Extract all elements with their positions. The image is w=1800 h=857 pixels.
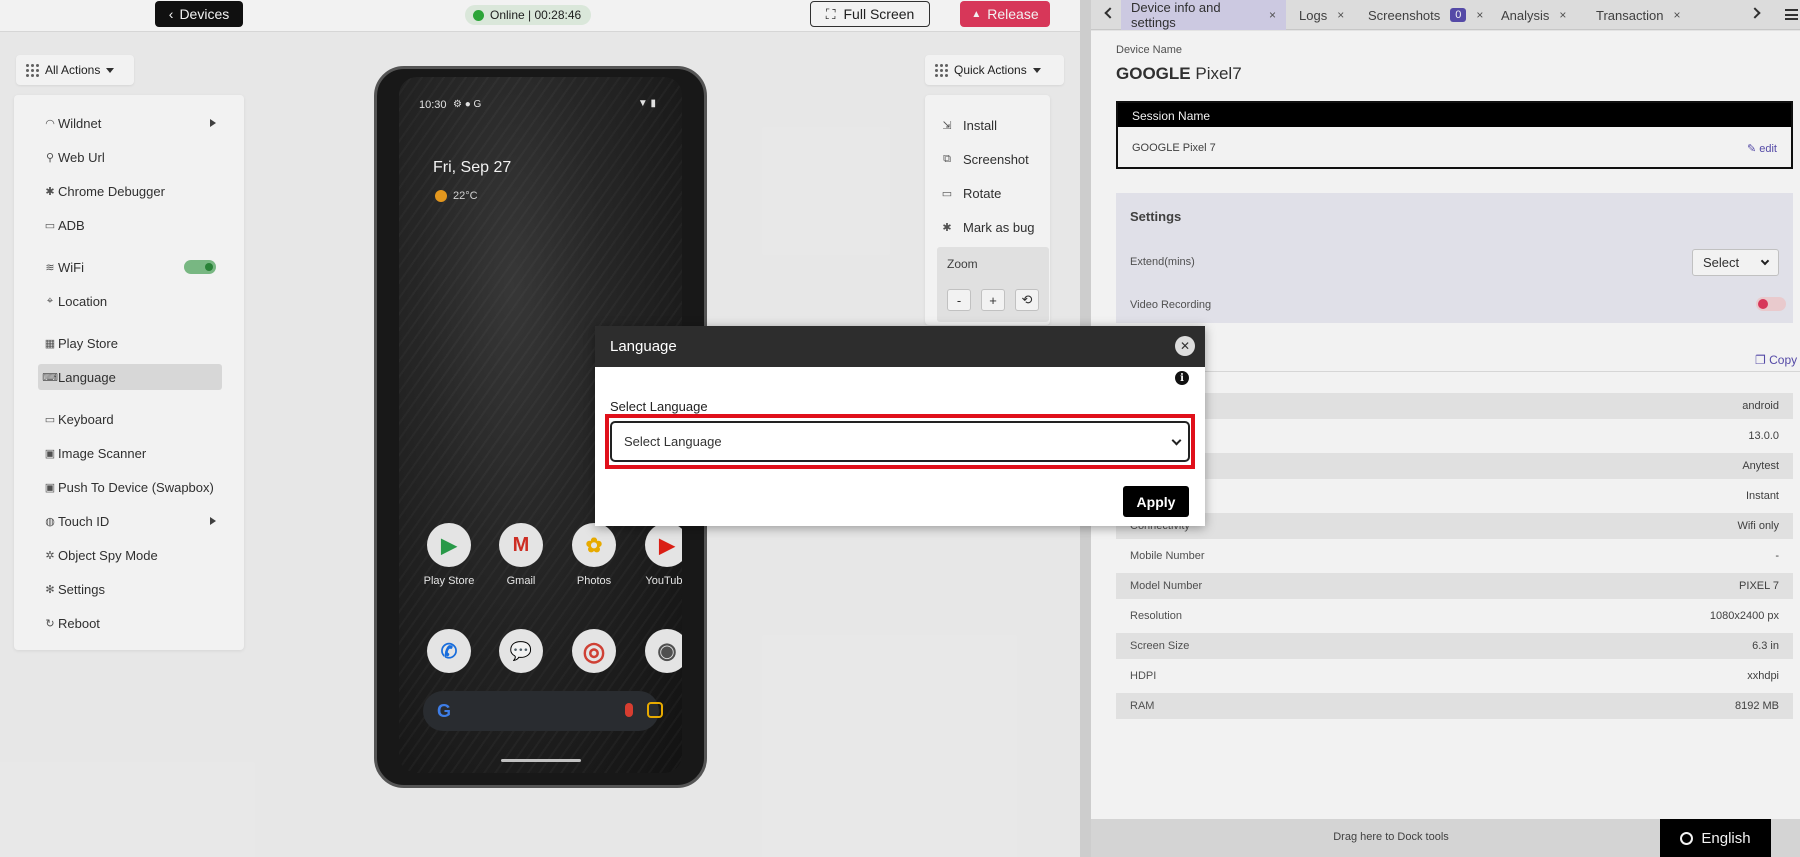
language-select-value: Select Language — [624, 434, 722, 449]
info-icon[interactable]: i — [1175, 371, 1189, 385]
language-dialog: Language ✕ i Select Language Select Lang… — [595, 326, 1205, 526]
dialog-header: Language ✕ — [595, 326, 1205, 367]
chevron-down-icon — [1171, 435, 1182, 446]
dialog-title: Language — [610, 338, 677, 355]
language-select[interactable]: Select Language — [610, 421, 1190, 462]
close-icon[interactable]: ✕ — [1175, 336, 1195, 356]
apply-button[interactable]: Apply — [1123, 486, 1189, 517]
select-language-label: Select Language — [610, 399, 708, 414]
